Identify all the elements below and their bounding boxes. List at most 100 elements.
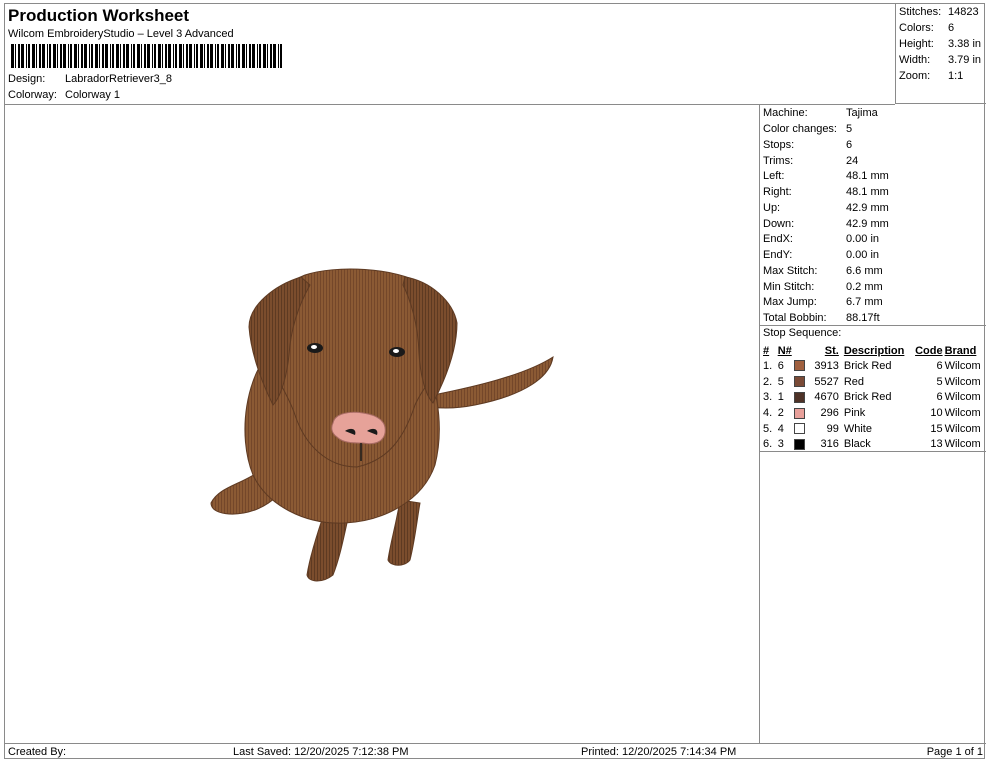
last-saved: Last Saved: 12/20/2025 7:12:38 PM [233,746,409,758]
color-swatch [793,376,805,388]
barcode-bar [28,44,30,68]
barcode-bar [84,44,87,68]
created-by: Created By: [8,746,67,758]
down-value: 42.9 mm [846,218,889,230]
row-needle: 4 [777,422,784,435]
barcode-bar [263,44,266,68]
table-row: 5. 4 99 White 15 Wilcom [762,421,986,437]
table-row: 4. 2 296 Pink 10 Wilcom [762,405,986,421]
endx-value: 0.00 in [846,233,880,245]
barcode-bar [238,44,240,68]
stops-row: Stops: 6 [763,139,852,151]
row-needle: 6 [777,359,784,372]
page-title: Production Worksheet [8,6,190,25]
max-stitch-row: Max Stitch: 6.6 mm [763,265,883,277]
row-num: 4. [763,406,773,419]
max-jump-label: Max Jump: [763,296,817,308]
barcode-bar [217,44,219,68]
printed-date: Printed: 12/20/2025 7:14:34 PM [581,746,737,758]
barcode-bar [53,44,56,68]
barcode-bar [152,44,153,68]
color-changes-label: Color changes: [763,123,837,135]
barcode-bar [60,44,62,68]
min-stitch-value: 0.2 mm [846,281,883,293]
barcode-bar [57,44,58,68]
barcode-bar [179,44,182,68]
stop-sequence-header-row: # N# St. Description Code Brand [762,343,986,358]
total-bobbin-row: Total Bobbin: 88.17ft [763,312,880,324]
barcode-bar [144,44,146,68]
color-changes-value: 5 [846,123,853,135]
barcode-bar [175,44,177,68]
barcode-bar [32,44,35,68]
colors-value: 6 [948,22,955,34]
table-row: 1. 6 3913 Brick Red 6 Wilcom [762,358,986,374]
row-stitches: 3913 [814,359,839,372]
color-swatch [793,407,805,419]
stitches-value: 14823 [948,6,979,18]
row-needle: 3 [777,438,784,451]
machine-label: Machine: [763,107,808,119]
barcode-bar [81,44,83,68]
left-row: Left: 48.1 mm [763,170,889,182]
barcode-bar [70,44,72,68]
col-header-description: Description [843,344,905,357]
zoom-row: Zoom: 1:1 [899,70,963,82]
col-header-needle: N# [777,344,792,357]
row-num: 5. [763,422,773,435]
endy-row: EndY: 0.00 in [763,249,879,261]
barcode-bar [74,44,77,68]
height-row: Height: 3.38 in [899,38,981,50]
barcode-bar [204,44,205,68]
barcode-bar [133,44,135,68]
col-header-num: # [763,344,770,357]
col-header-code: Code [915,344,943,357]
row-swatch [793,436,808,452]
table-row: 2. 5 5527 Red 5 Wilcom [762,374,986,390]
width-label: Width: [899,54,931,66]
design-value: LabradorRetriever3_8 [65,73,173,85]
row-brand: Wilcom [944,406,981,419]
row-description: Black [843,438,871,451]
total-bobbin-label: Total Bobbin: [763,312,827,324]
left-value: 48.1 mm [846,170,889,182]
barcode-bar [249,44,251,68]
left-label: Left: [763,170,785,182]
height-label: Height: [899,38,934,50]
barcode-bar [39,44,41,68]
row-brand: Wilcom [944,438,981,451]
height-value: 3.38 in [948,38,982,50]
row-code: 13 [930,438,943,451]
up-value: 42.9 mm [846,202,889,214]
barcode-bar [18,44,20,68]
barcode-bar [221,44,224,68]
barcode-bar [15,44,16,68]
stops-label: Stops: [763,139,795,151]
barcode-bar [259,44,261,68]
barcode-bar [11,44,14,68]
barcode-bar [105,44,108,68]
row-code: 15 [930,422,943,435]
stops-value: 6 [846,139,853,151]
barcode-bar [231,44,234,68]
barcode-bar [120,44,121,68]
barcode-bar [126,44,129,68]
stitches-label: Stitches: [899,6,942,18]
row-description: Brick Red [843,359,892,372]
design-stats-box: Stitches: 14823 Colors: 6 Height: 3.38 in W… [895,4,986,104]
barcode-bar [257,44,258,68]
row-brand: Wilcom [944,375,981,388]
colors-row: Colors: 6 [899,22,954,34]
page-number: Page 1 of 1 [926,746,983,758]
barcode-bar [99,44,100,68]
barcode-bar [225,44,226,68]
width-value: 3.79 in [948,54,982,66]
barcode-bar [78,44,79,68]
software-subtitle: Wilcom EmbroideryStudio – Level 3 Advanc… [8,28,234,40]
barcode-bar [47,44,48,68]
color-swatch [793,423,805,435]
barcode-bar [102,44,104,68]
row-swatch [793,421,808,437]
row-code: 6 [936,391,943,404]
row-swatch [793,389,808,405]
